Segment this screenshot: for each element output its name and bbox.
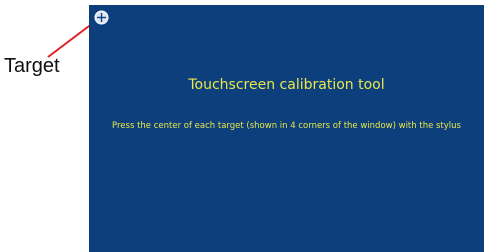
calibration-instructions: Press the center of each target (shown i… <box>112 121 461 131</box>
calibration-window[interactable]: Touchscreen calibration tool Press the c… <box>89 5 484 252</box>
crosshair-circle-icon[interactable] <box>94 10 109 25</box>
annotation-target-label: Target <box>4 55 60 77</box>
screenshot-stage: Target Touchscreen calibration tool Pres… <box>0 0 484 252</box>
calibration-title: Touchscreen calibration tool <box>188 77 385 93</box>
